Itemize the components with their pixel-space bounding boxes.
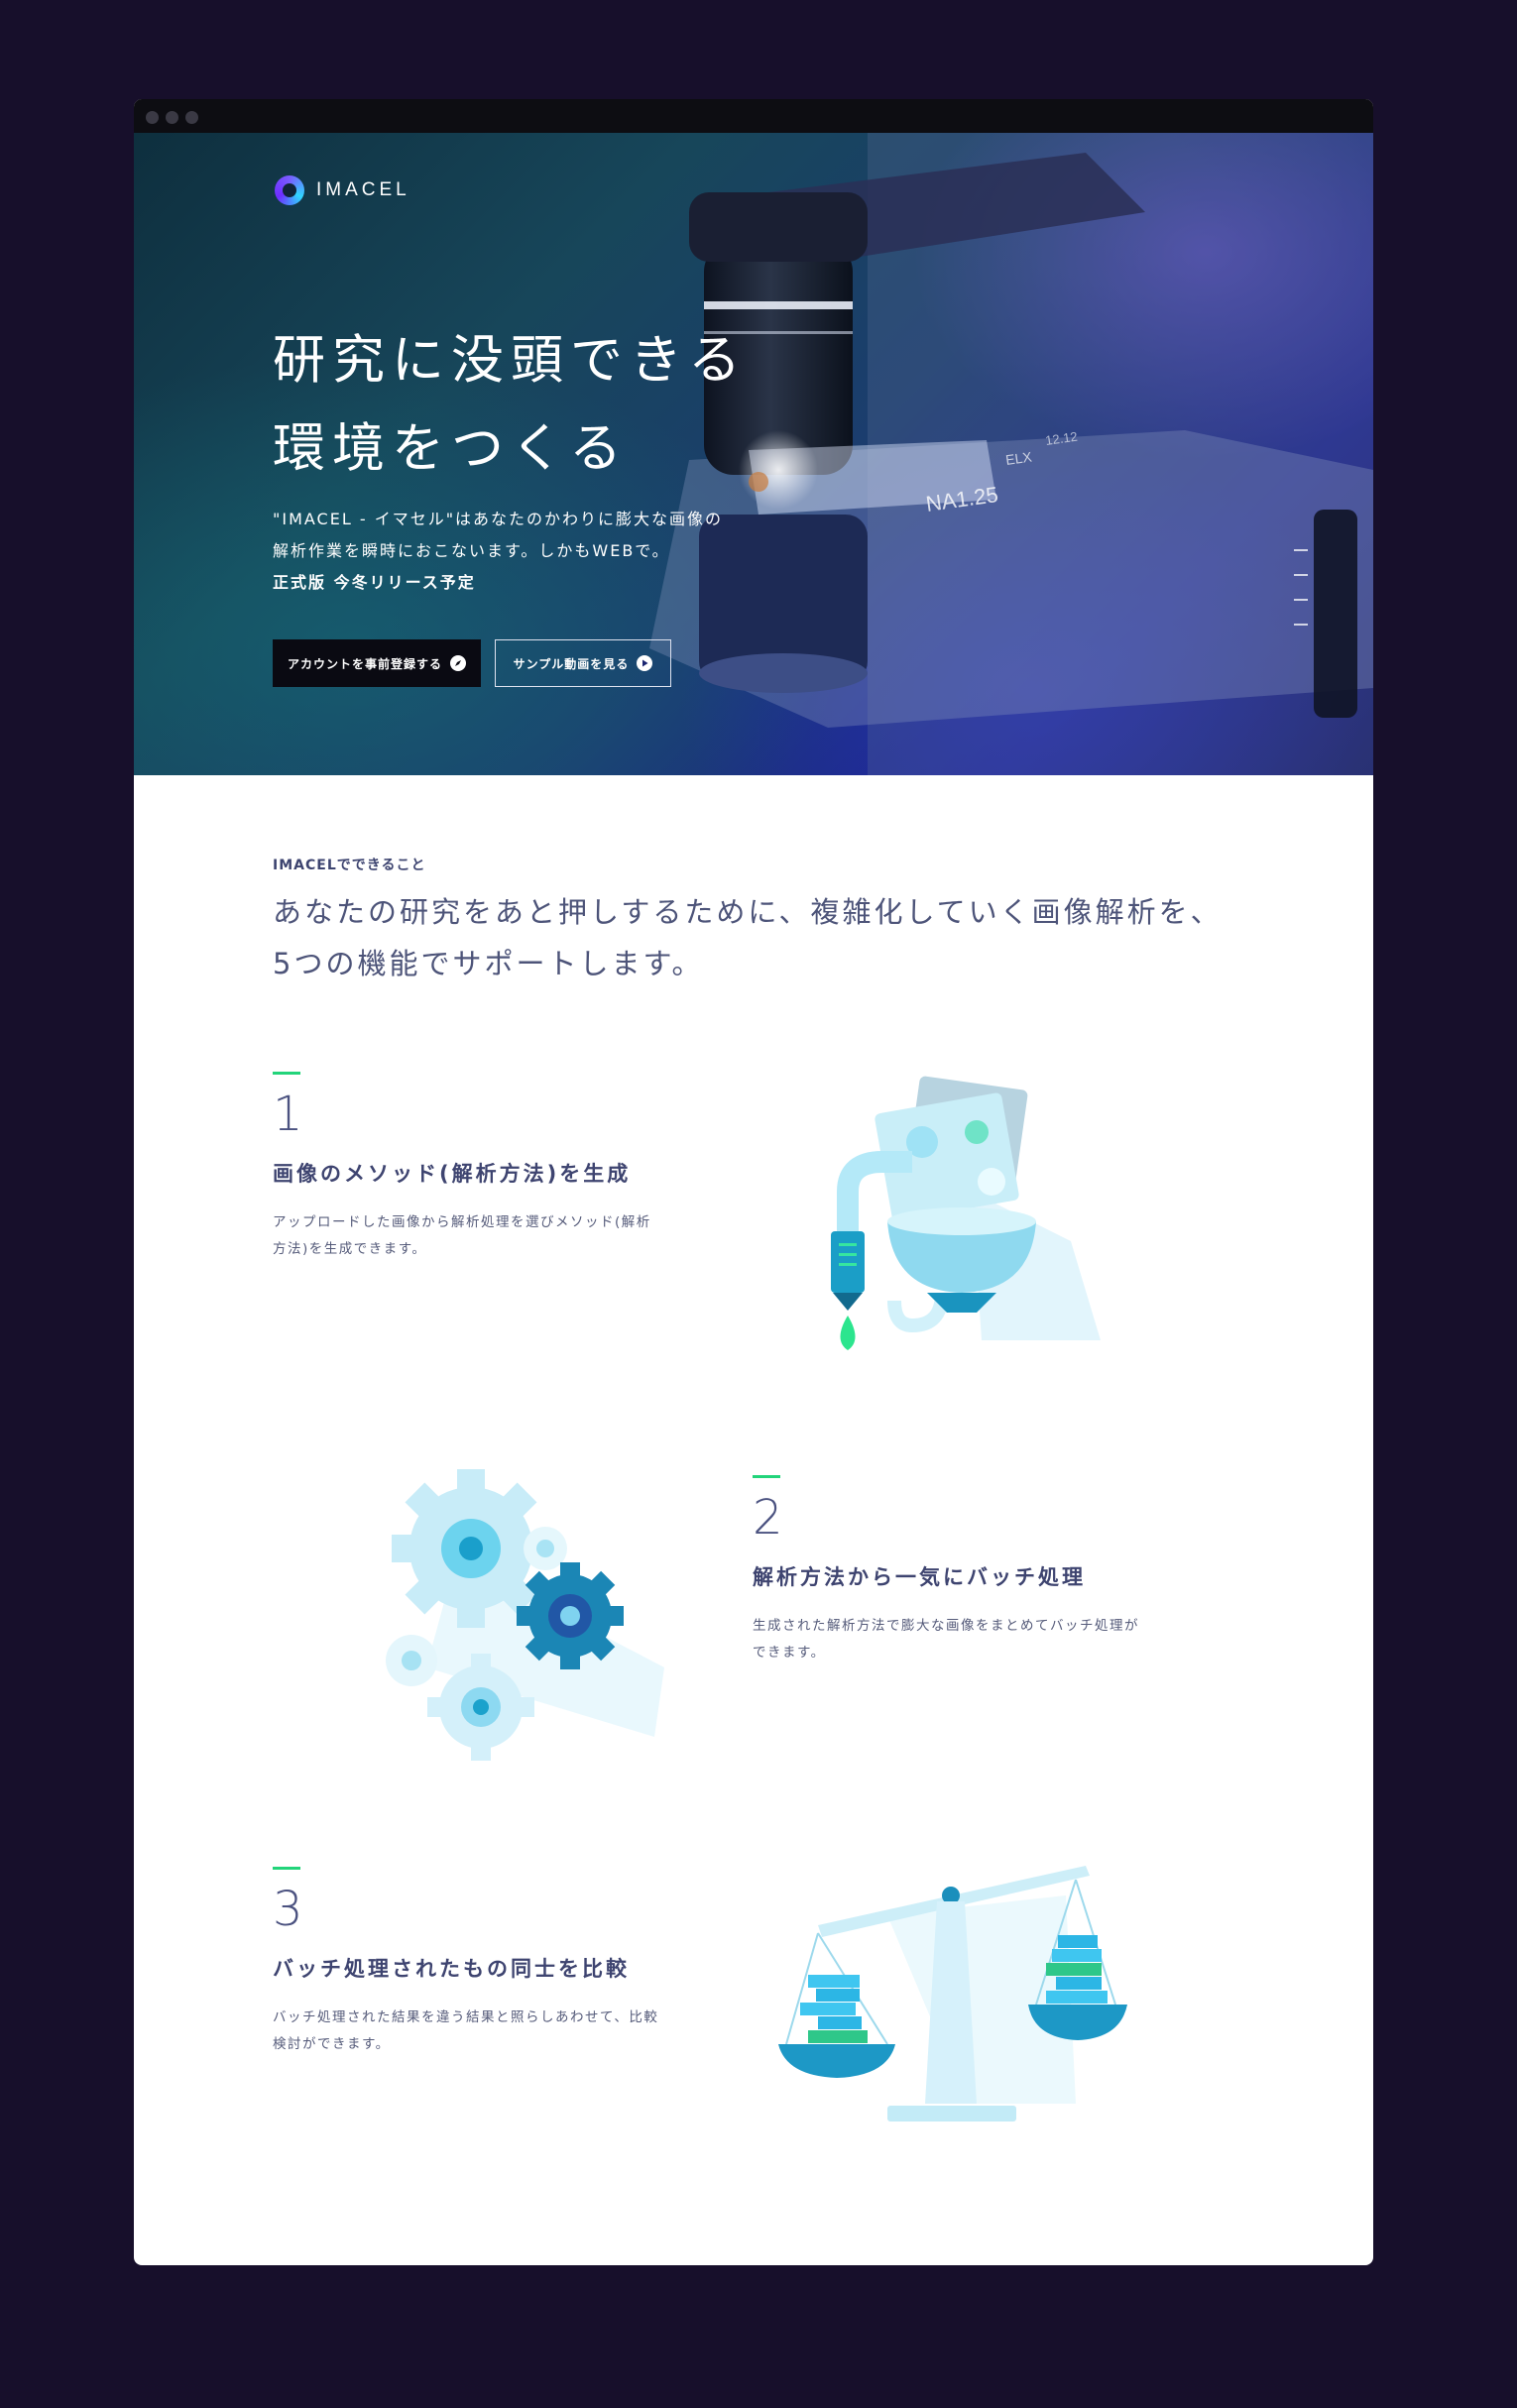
hero-description-line: 解析作業を瞬時におこないます。しかもWEBで。 xyxy=(273,541,670,560)
feature-description: バッチ処理された結果を違う結果と照らしあわせて、比較 検討ができます。 xyxy=(273,2005,729,2058)
compass-icon xyxy=(450,655,466,671)
hero-title-line: 環境をつくる xyxy=(273,418,629,479)
register-account-button[interactable]: アカウントを事前登録する xyxy=(273,639,481,687)
section-label: IMACELでできること xyxy=(273,858,426,873)
hero-title-line: 研究に没頭できる xyxy=(273,330,748,391)
logo-icon xyxy=(275,175,304,205)
accent-bar xyxy=(753,1475,780,1478)
image-method-illustration xyxy=(831,1076,1101,1350)
play-icon xyxy=(637,655,653,671)
feature-description-line: アップロードした画像から解析処理を選びメソッド(解析 xyxy=(273,1214,651,1230)
feature-number: 2 xyxy=(753,1490,783,1546)
feature-title: 画像のメソッド(解析方法)を生成 xyxy=(273,1162,632,1186)
feature-description-line: 生成された解析方法で膨大な画像をまとめてバッチ処理が xyxy=(753,1618,1139,1634)
feature-item: 1 画像のメソッド(解析方法)を生成 アップロードした画像から解析処理を選びメソ… xyxy=(273,1072,709,1263)
section-lead-line: 5つの機能でサポートします。 xyxy=(273,947,704,980)
window-dot-icon[interactable] xyxy=(166,111,178,124)
logo-text: IMACEL xyxy=(316,179,410,200)
window-dot-icon[interactable] xyxy=(185,111,198,124)
comparison-scale-illustration xyxy=(778,1866,1127,2121)
feature-title: 解析方法から一気にバッチ処理 xyxy=(753,1565,1086,1589)
accent-bar xyxy=(273,1072,300,1075)
register-account-label: アカウントを事前登録する xyxy=(287,656,442,671)
sample-video-button[interactable]: サンプル動画を見る xyxy=(495,639,671,687)
feature-item: 2 解析方法から一気にバッチ処理 生成された解析方法で膨大な画像をまとめてバッチ… xyxy=(753,1475,1209,1666)
sample-video-label: サンプル動画を見る xyxy=(513,656,630,671)
hero-description: "IMACEL - イマセル"はあなたのかわりに膨大な画像の 解析作業を瞬時にお… xyxy=(273,504,723,599)
feature-title: バッチ処理されたもの同士を比較 xyxy=(273,1957,630,1981)
feature-description-line: 方法)を生成できます。 xyxy=(273,1241,427,1257)
hero-description-line: "IMACEL - イマセル"はあなたのかわりに膨大な画像の xyxy=(273,510,724,528)
feature-description-line: バッチ処理された結果を違う結果と照らしあわせて、比較 xyxy=(273,2009,659,2025)
section-lead-line: あなたの研究をあと押しするために、複雑化していく画像解析を、 xyxy=(273,895,1223,929)
features-section: IMACELでできること あなたの研究をあと押しするために、複雑化していく画像解… xyxy=(134,775,1373,2265)
batch-processing-illustration xyxy=(386,1469,664,1761)
browser-window: NA1.25 ELX 12.12 IMACEL 研究に没頭できる 環境をつくる … xyxy=(134,99,1373,2265)
feature-description-line: できます。 xyxy=(753,1645,826,1661)
feature-item: 3 バッチ処理されたもの同士を比較 バッチ処理された結果を違う結果と照らしあわせ… xyxy=(273,1867,729,2058)
window-dot-icon[interactable] xyxy=(146,111,159,124)
hero-section: NA1.25 ELX 12.12 IMACEL 研究に没頭できる 環境をつくる … xyxy=(134,133,1373,775)
accent-bar xyxy=(273,1867,300,1870)
release-note: 正式版 今冬リリース予定 xyxy=(273,573,476,592)
feature-description: 生成された解析方法で膨大な画像をまとめてバッチ処理が できます。 xyxy=(753,1613,1209,1666)
feature-description: アップロードした画像から解析処理を選びメソッド(解析 方法)を生成できます。 xyxy=(273,1209,709,1263)
feature-number: 3 xyxy=(273,1882,303,1937)
section-lead: あなたの研究をあと押しするために、複雑化していく画像解析を、 5つの機能でサポー… xyxy=(273,886,1223,989)
feature-number: 1 xyxy=(273,1087,303,1142)
window-titlebar xyxy=(134,99,1373,133)
hero-title: 研究に没頭できる 環境をつくる xyxy=(273,316,748,493)
logo[interactable]: IMACEL xyxy=(275,175,410,205)
feature-description-line: 検討ができます。 xyxy=(273,2036,391,2052)
